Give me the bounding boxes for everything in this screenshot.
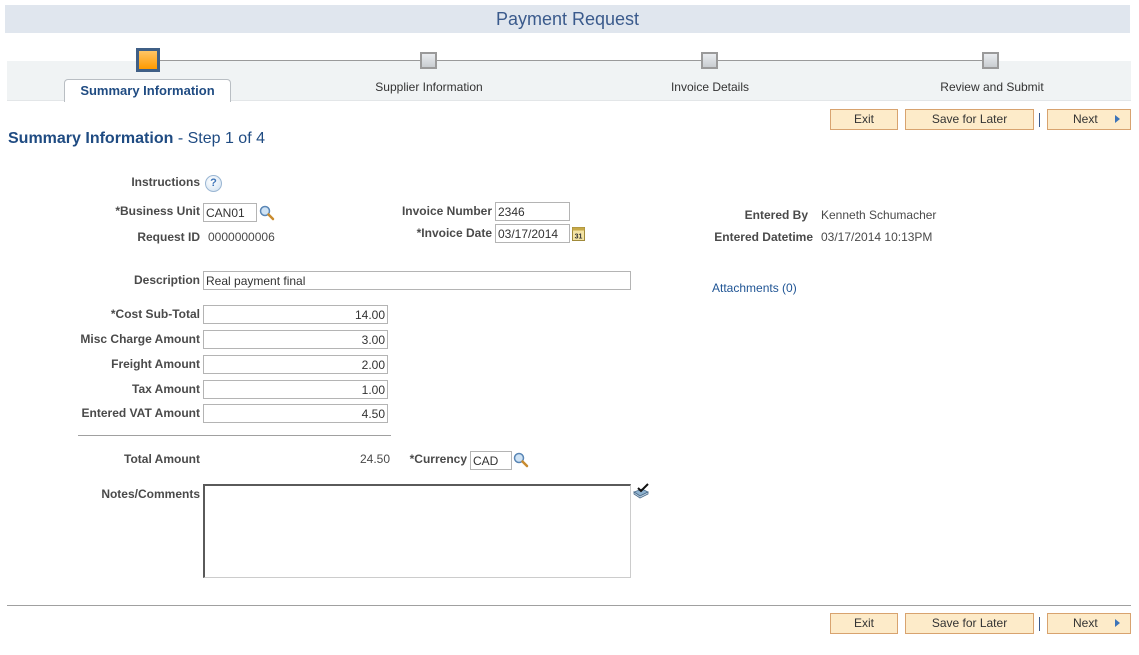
currency-input[interactable] [470,451,512,470]
next-button-top[interactable]: Next [1047,109,1131,130]
invoice-number-input[interactable] [495,202,570,221]
step-1-indicator[interactable] [136,48,160,72]
calendar-icon[interactable]: 31 [572,226,585,241]
misc-charge-input[interactable] [203,330,388,349]
step-tab-summary-information[interactable]: Summary Information [64,79,231,102]
entered-vat-input[interactable] [203,404,388,423]
entered-datetime-value: 03/17/2014 10:13PM [821,230,933,244]
invoice-date-label: *Invoice Date [416,226,492,240]
page-step-indicator: - Step 1 of 4 [177,130,265,147]
cost-subtotal-input[interactable] [203,305,388,324]
attachments-link[interactable]: Attachments (0) [712,281,797,295]
step-tab-invoice-details[interactable]: Invoice Details [610,80,810,94]
svg-text:31: 31 [575,234,583,241]
entered-by-label: Entered By [744,208,808,222]
notes-comments-textarea[interactable] [203,484,631,578]
total-amount-label: Total Amount [124,452,200,466]
tax-amount-input[interactable] [203,380,388,399]
step-4-indicator[interactable] [982,52,999,69]
arrow-right-icon [1115,619,1121,627]
page-header-title: Payment Request [5,5,1130,33]
next-button-label: Next [1073,112,1098,126]
entered-vat-label: Entered VAT Amount [81,406,200,420]
spellcheck-icon[interactable] [632,483,650,499]
description-label: Description [133,273,200,287]
exit-button-bottom[interactable]: Exit [830,613,898,634]
save-for-later-button-top[interactable]: Save for Later [905,109,1034,130]
instructions-label: Instructions [131,175,200,189]
page-title: Summary Information - Step 1 of 4 [8,130,265,148]
step-3-indicator[interactable] [701,52,718,69]
search-icon[interactable] [259,205,275,221]
invoice-number-label: Invoice Number [401,204,492,218]
misc-charge-label: Misc Charge Amount [80,332,200,346]
next-button-label: Next [1073,616,1098,630]
tax-amount-label: Tax Amount [132,382,200,396]
save-for-later-button-bottom[interactable]: Save for Later [905,613,1034,634]
request-id-value: 0000000006 [208,230,275,244]
entered-datetime-label: Entered Datetime [714,230,813,244]
arrow-right-icon [1115,115,1121,123]
exit-button-top[interactable]: Exit [830,109,898,130]
next-button-bottom[interactable]: Next [1047,613,1131,634]
cost-subtotal-label: *Cost Sub-Total [110,307,200,321]
freight-amount-input[interactable] [203,355,388,374]
toolbar-separator [1039,113,1040,127]
search-icon[interactable] [513,452,529,468]
toolbar-separator [1039,617,1040,631]
step-tab-review-and-submit[interactable]: Review and Submit [892,80,1092,94]
business-unit-label: *Business Unit [115,204,200,218]
invoice-date-input[interactable] [495,224,570,243]
page-title-text: Summary Information [8,130,174,147]
step-tab-supplier-information[interactable]: Supplier Information [329,80,529,94]
step-train-line [148,60,992,61]
business-unit-input[interactable] [203,203,257,222]
notes-comments-label: Notes/Comments [101,487,200,501]
help-icon[interactable]: ? [205,175,222,192]
step-2-indicator[interactable] [420,52,437,69]
request-id-label: Request ID [137,230,200,244]
total-amount-value: 24.50 [359,452,390,466]
freight-amount-label: Freight Amount [111,357,200,371]
footer-divider [7,605,1131,606]
totals-divider [78,435,391,436]
entered-by-value: Kenneth Schumacher [821,208,937,222]
description-input[interactable] [203,271,631,290]
currency-label: *Currency [409,452,467,466]
